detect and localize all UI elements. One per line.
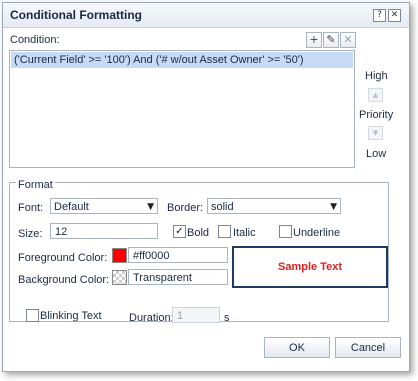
duration-unit: s [224,312,230,324]
italic-checkbox[interactable] [218,225,231,238]
priority-high-label: High [365,70,388,82]
foreground-color-input[interactable]: #ff0000 [128,247,228,263]
priority-low-label: Low [366,148,387,160]
background-color-swatch[interactable] [112,270,127,285]
font-select-value: Default [54,201,89,213]
cancel-button[interactable]: Cancel [335,337,401,358]
condition-list[interactable]: ('Current Field' >= '100') And ('# w/out… [9,50,355,168]
format-legend: Format [16,179,55,191]
priority-down-icon[interactable]: ▼ [368,126,383,140]
sample-text-preview: Sample Text [232,246,388,288]
dialog-title: Conditional Formatting [10,8,142,22]
condition-label: Condition: [10,34,60,46]
underline-label: Underline [293,227,341,239]
background-color-input[interactable]: Transparent [128,269,228,285]
foreground-color-label: Foreground Color: [18,252,108,264]
italic-label: Italic [233,227,256,239]
background-color-label: Background Color: [18,274,110,286]
priority-up-icon[interactable]: ▲ [368,88,383,102]
border-select-value: solid [211,201,234,213]
priority-label: Priority [359,109,394,121]
ok-button[interactable]: OK [264,337,330,358]
font-label: Font: [18,202,44,214]
title-bar: Conditional Formatting ? ✕ [3,3,409,28]
blinking-text-label: Blinking Text [40,310,102,322]
bold-label: Bold [187,227,210,239]
border-select-chevron-icon: ▼ [330,202,337,212]
edit-condition-icon[interactable]: ✎ [323,32,339,48]
size-input[interactable]: 12 [50,223,158,239]
font-select[interactable]: Default ▼ [50,198,158,214]
add-condition-icon[interactable]: + [306,32,322,48]
blinking-text-checkbox[interactable] [26,309,39,322]
size-label: Size: [18,228,43,240]
condition-row[interactable]: ('Current Field' >= '100') And ('# w/out… [11,52,353,68]
border-select[interactable]: solid ▼ [207,198,341,214]
font-select-chevron-icon: ▼ [147,202,154,212]
underline-checkbox[interactable] [279,225,292,238]
close-button[interactable]: ✕ [388,9,401,22]
delete-condition-icon[interactable]: ✕ [340,32,356,48]
help-button[interactable]: ? [373,9,386,22]
duration-input[interactable]: 1 [172,307,220,323]
foreground-color-swatch[interactable] [112,248,127,263]
bold-checkbox[interactable]: ✓ [173,225,186,238]
border-label: Border: [167,202,204,214]
duration-label: Duration: [129,312,174,324]
